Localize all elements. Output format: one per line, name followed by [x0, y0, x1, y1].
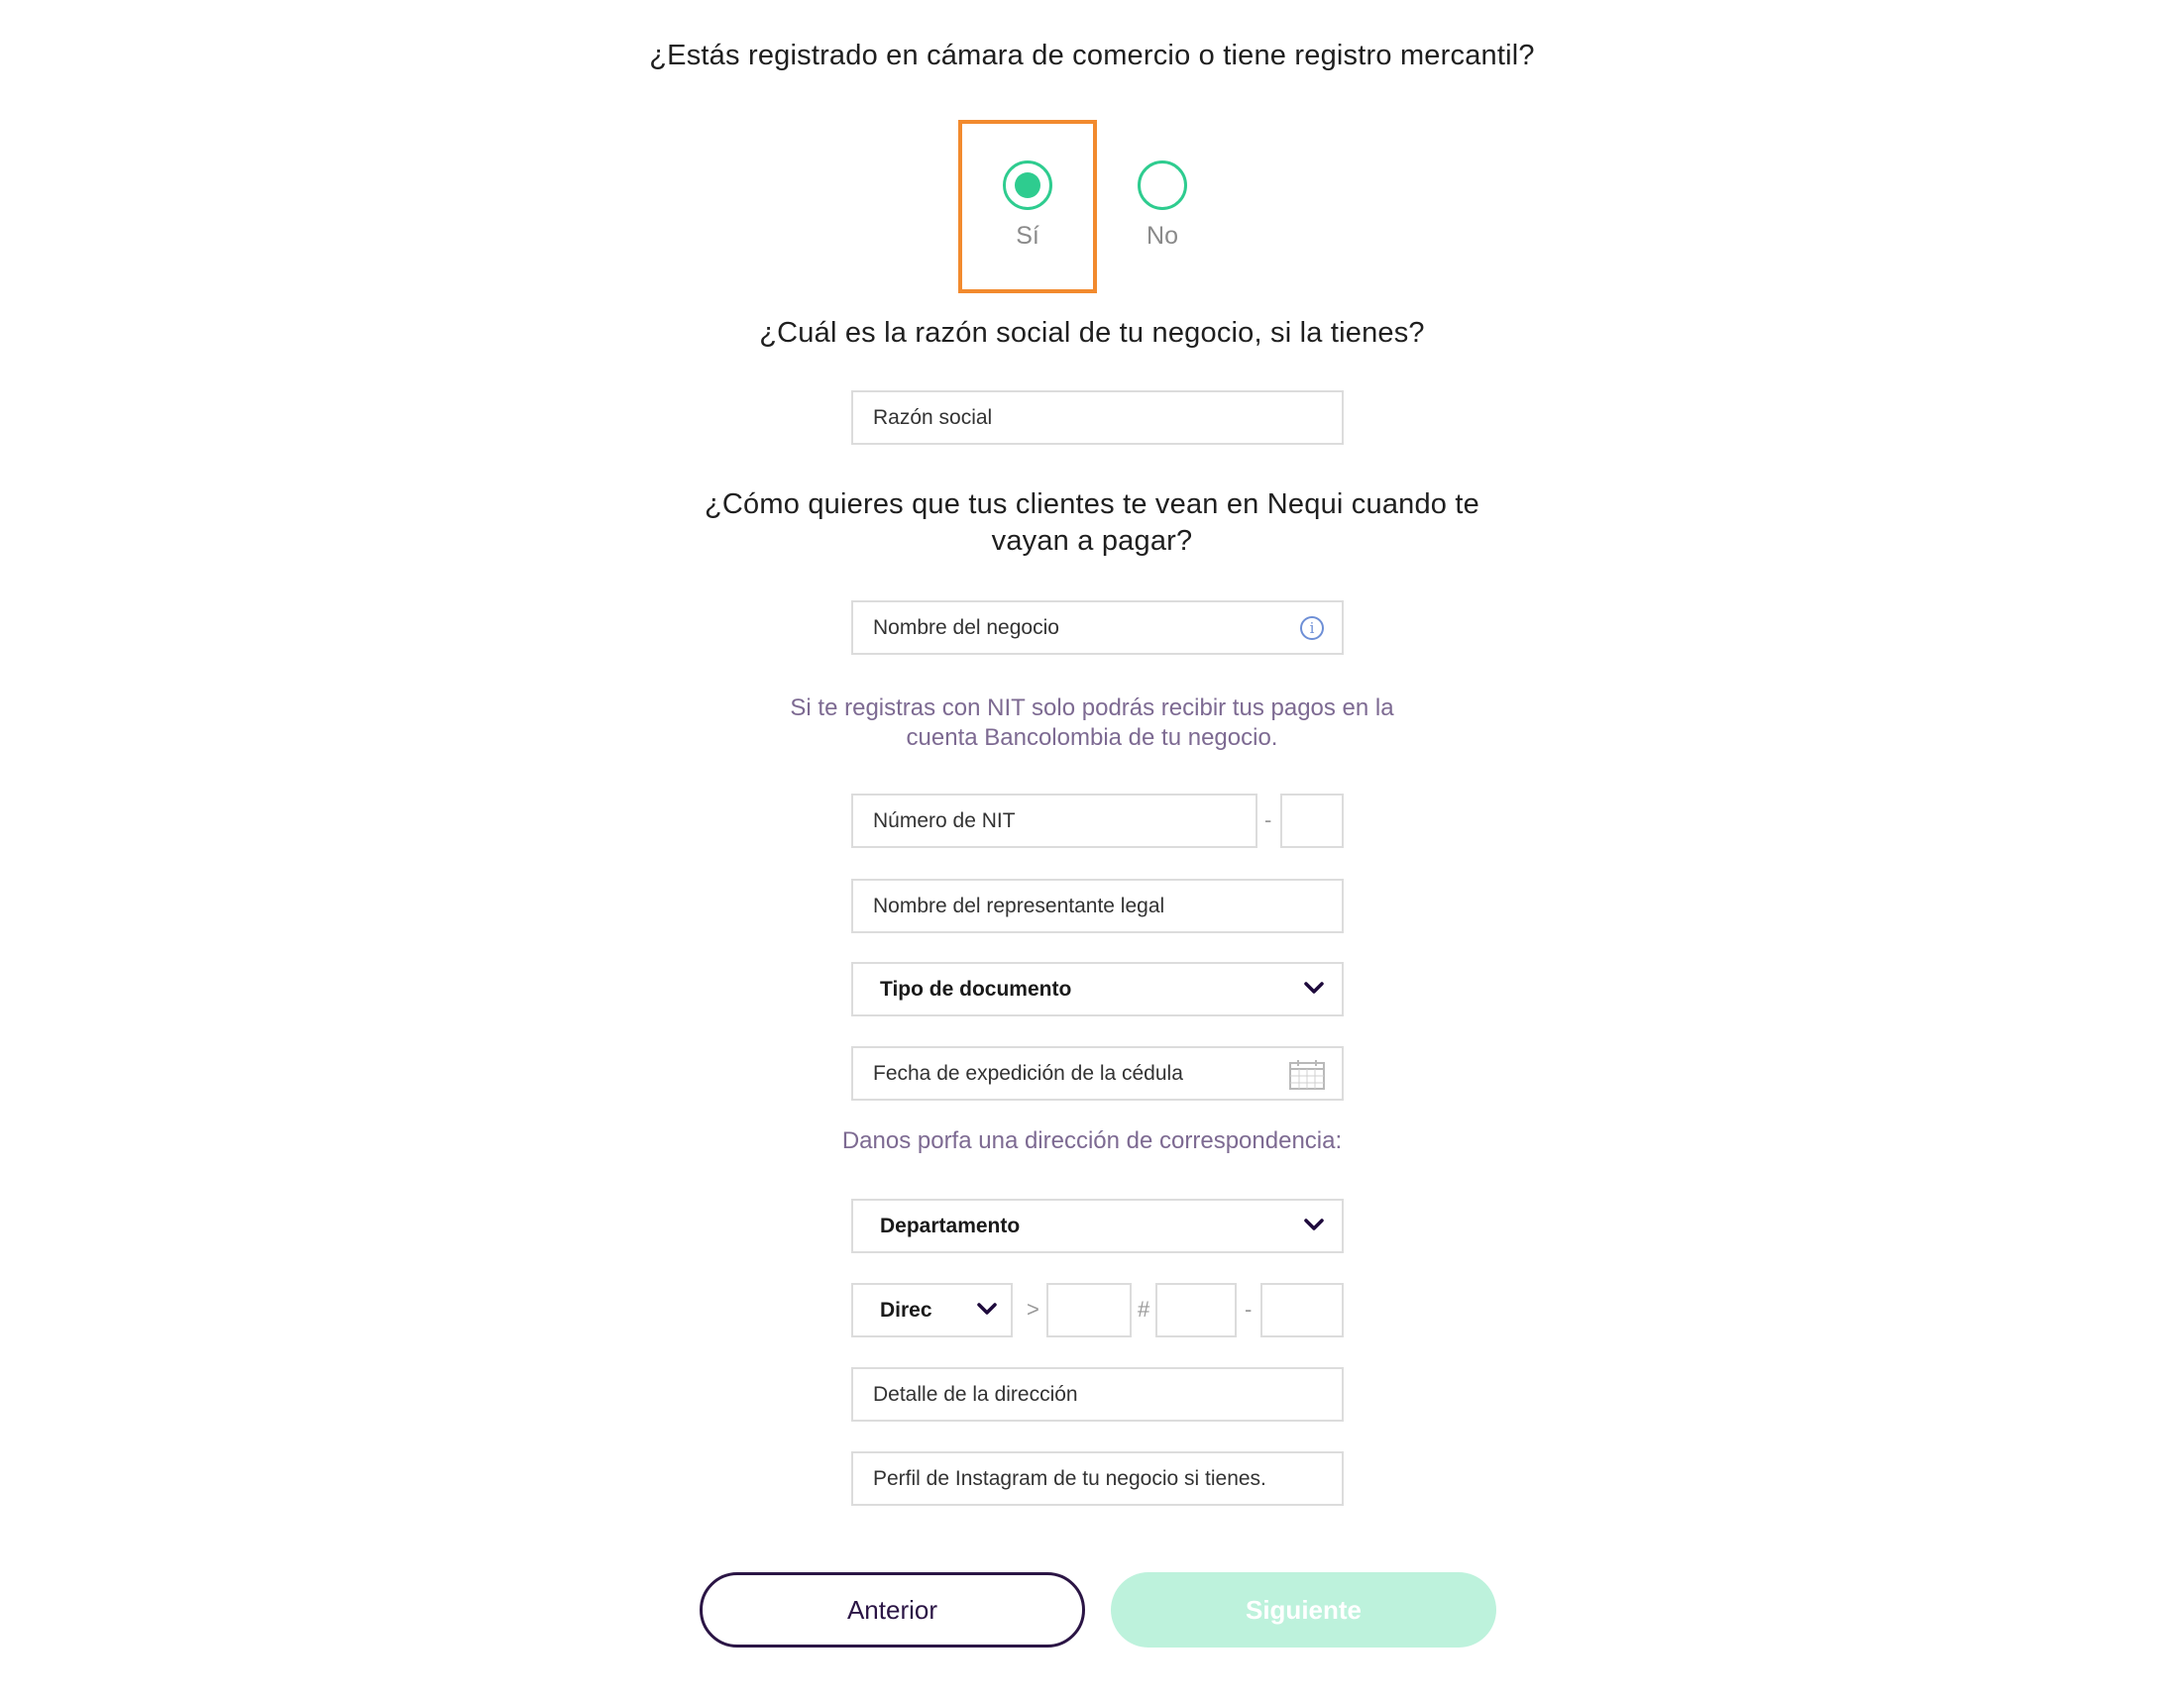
tipo-documento-label: Tipo de documento [880, 977, 1072, 1001]
radio-yes-circle[interactable] [1003, 160, 1052, 210]
radio-no-label: No [1147, 222, 1178, 250]
representante-placeholder: Nombre del representante legal [873, 894, 1165, 917]
radio-no-circle[interactable] [1138, 160, 1187, 210]
calendar-icon[interactable] [1288, 1059, 1328, 1091]
representante-input[interactable]: Nombre del representante legal [851, 879, 1344, 933]
chevron-down-icon [1304, 982, 1324, 994]
siguiente-label: Siguiente [1245, 1594, 1362, 1625]
departamento-label: Departamento [880, 1214, 1021, 1237]
question-razon-social: ¿Cuál es la razón social de tu negocio, … [759, 317, 1425, 349]
registration-form: ¿Estás registrado en cámara de comercio … [0, 0, 2184, 1702]
nombre-negocio-input[interactable]: Nombre del negocio i [851, 600, 1344, 655]
chevron-down-icon [1304, 1219, 1324, 1230]
fecha-placeholder: Fecha de expedición de la cédula [873, 1061, 1183, 1085]
radio-yes[interactable]: Sí [968, 160, 1087, 251]
siguiente-button[interactable]: Siguiente [1111, 1572, 1496, 1648]
nit-check-digit-input[interactable] [1280, 794, 1344, 848]
instagram-input[interactable]: Perfil de Instagram de tu negocio si tie… [851, 1451, 1344, 1506]
direccion-tipo-select[interactable]: Direc [851, 1283, 1013, 1337]
instagram-placeholder: Perfil de Instagram de tu negocio si tie… [873, 1466, 1266, 1490]
addr-sep-hash: # [1138, 1297, 1150, 1322]
anterior-button[interactable]: Anterior [700, 1572, 1085, 1648]
radio-yes-label: Sí [1016, 222, 1039, 250]
nombre-negocio-placeholder: Nombre del negocio [873, 615, 1059, 639]
direccion-note: Danos porfa una dirección de corresponde… [841, 1127, 1343, 1154]
radio-no[interactable]: No [1103, 160, 1222, 251]
nit-note: Si te registras con NIT solo podrás reci… [790, 694, 1394, 751]
detalle-direccion-input[interactable]: Detalle de la dirección [851, 1367, 1344, 1422]
razon-social-placeholder: Razón social [873, 405, 993, 429]
direccion-placa-input[interactable] [1260, 1283, 1344, 1337]
nit-input[interactable]: Número de NIT [851, 794, 1257, 848]
question-registered: ¿Estás registrado en cámara de comercio … [649, 40, 1535, 71]
question-nombre-clientes: ¿Cómo quieres que tus clientes te vean e… [705, 488, 1479, 557]
direccion-via-input[interactable] [1046, 1283, 1132, 1337]
nit-placeholder: Número de NIT [873, 808, 1016, 832]
detalle-placeholder: Detalle de la dirección [873, 1382, 1078, 1406]
razon-social-input[interactable]: Razón social [851, 390, 1344, 445]
direc-label: Direc [880, 1298, 932, 1322]
chevron-down-icon [977, 1303, 997, 1315]
tipo-documento-select[interactable]: Tipo de documento [851, 962, 1344, 1016]
anterior-label: Anterior [846, 1594, 938, 1625]
direccion-numero-input[interactable] [1155, 1283, 1237, 1337]
fecha-expedicion-input[interactable]: Fecha de expedición de la cédula [851, 1046, 1344, 1101]
addr-sep-dash: - [1245, 1297, 1253, 1322]
addr-sep-gt: > [1027, 1297, 1039, 1322]
info-icon[interactable]: i [1300, 616, 1324, 640]
departamento-select[interactable]: Departamento [851, 1199, 1344, 1253]
nit-dash: - [1264, 807, 1272, 832]
